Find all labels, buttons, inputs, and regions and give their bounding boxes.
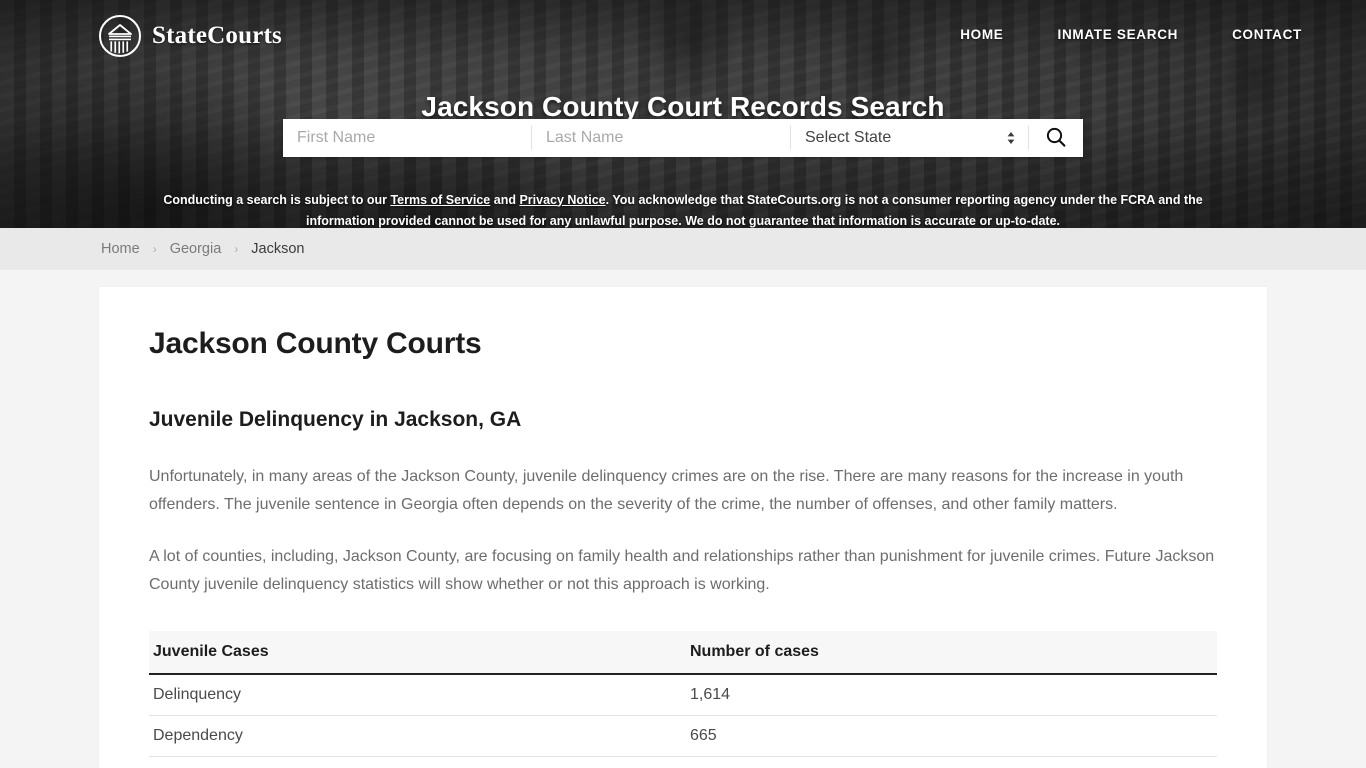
chevron-updown-icon [1006, 130, 1016, 146]
disclaimer-text-2: and [490, 192, 520, 207]
cell-case-type: Delinquency [149, 674, 686, 716]
state-select-value: Select State [805, 129, 892, 146]
search-icon [1044, 125, 1068, 152]
page-body: Jackson County Courts Juvenile Delinquen… [0, 270, 1366, 768]
hero-banner: StateCourts HOME INMATE SEARCH CONTACT J… [0, 0, 1366, 228]
disclaimer-text-1: Conducting a search is subject to our [163, 192, 391, 207]
first-name-input[interactable] [283, 119, 531, 157]
site-header: StateCourts HOME INMATE SEARCH CONTACT [0, 0, 1366, 72]
breadcrumb-separator-icon: › [234, 242, 239, 256]
cell-count: 665 [686, 715, 1217, 757]
paragraph-2: A lot of counties, including, Jackson Co… [149, 548, 1215, 593]
breadcrumb-bar: Home › Georgia › Jackson [0, 228, 1366, 270]
hero-title: Jackson County Court Records Search [421, 90, 945, 122]
main-navigation: HOME INMATE SEARCH CONTACT [960, 27, 1302, 42]
table-row: Delinquency 1,614 [149, 674, 1217, 716]
breadcrumb-item-georgia[interactable]: Georgia [170, 241, 222, 257]
section-heading: Juvenile Delinquency in Jackson, GA [149, 408, 522, 431]
brand-logo-link[interactable]: StateCourts [98, 14, 282, 58]
courthouse-circle-logo-icon [98, 14, 142, 58]
page-title: Jackson County Courts [149, 327, 482, 360]
nav-item-inmate-search[interactable]: INMATE SEARCH [1058, 27, 1179, 42]
search-disclaimer: Conducting a search is subject to our Te… [0, 190, 1366, 229]
brand-name: StateCourts [152, 22, 282, 49]
nav-item-contact[interactable]: CONTACT [1232, 27, 1302, 42]
paragraph-1: Unfortunately, in many areas of the Jack… [149, 468, 1184, 513]
terms-of-service-link[interactable]: Terms of Service [390, 193, 490, 207]
privacy-notice-link[interactable]: Privacy Notice [519, 193, 605, 207]
breadcrumb-separator-icon: › [152, 242, 157, 256]
state-select[interactable]: Select State [791, 119, 1028, 157]
juvenile-cases-table: Juvenile Cases Number of cases Delinquen… [149, 631, 1217, 757]
table-header-row: Juvenile Cases Number of cases [149, 631, 1217, 675]
content-card: Jackson County Courts Juvenile Delinquen… [99, 287, 1267, 768]
table-row: Dependency 665 [149, 715, 1217, 757]
nav-item-home[interactable]: HOME [960, 27, 1003, 42]
records-search-form: Select State [283, 119, 1083, 157]
breadcrumb-item-jackson: Jackson [251, 241, 305, 257]
search-submit-button[interactable] [1029, 119, 1083, 157]
breadcrumb-item-home[interactable]: Home [101, 241, 140, 257]
table-header-case-type: Juvenile Cases [149, 631, 686, 675]
last-name-input[interactable] [532, 119, 790, 157]
cell-case-type: Dependency [149, 715, 686, 757]
cell-count: 1,614 [686, 674, 1217, 716]
table-header-number-of-cases: Number of cases [686, 631, 1217, 675]
breadcrumb: Home › Georgia › Jackson [101, 241, 304, 257]
